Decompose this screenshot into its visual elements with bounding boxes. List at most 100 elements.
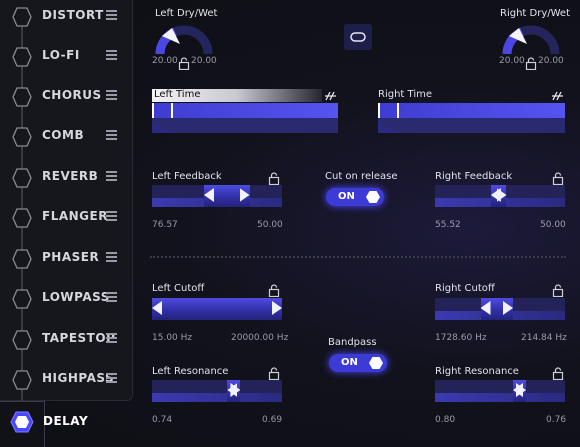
right-resonance-slider[interactable] <box>435 380 565 402</box>
sidebar-item-reverb[interactable]: REVERB <box>0 158 132 198</box>
hexagon-icon <box>12 330 32 350</box>
link-icon <box>350 32 366 42</box>
left-feedback-min: 76.57 <box>152 220 178 230</box>
bandpass-label: Bandpass <box>328 337 377 348</box>
sidebar-item-label: REVERB <box>42 169 99 183</box>
right-feedback-lock-icon[interactable] <box>552 172 564 185</box>
right-drywet-max: 20.00 <box>538 56 564 66</box>
right-drywet-knob[interactable] <box>501 22 561 56</box>
right-time-track <box>378 103 565 133</box>
left-drywet-min: 20.00 <box>152 56 178 66</box>
drag-handle-icon[interactable] <box>106 292 118 304</box>
link-channels-button[interactable] <box>344 24 372 50</box>
sidebar-item-highpass[interactable]: HIGHPASS <box>0 360 132 400</box>
cut-on-release-toggle[interactable]: ON <box>326 188 384 206</box>
drag-handle-icon[interactable] <box>106 130 118 142</box>
hexagon-icon <box>12 249 32 269</box>
right-resonance-lock-icon[interactable] <box>552 367 564 380</box>
right-feedback-label: Right Feedback <box>435 171 513 182</box>
right-resonance-label: Right Resonance <box>435 366 519 377</box>
cut-on-release-state: ON <box>338 191 355 202</box>
right-resonance-min: 0.80 <box>435 415 456 425</box>
sidebar-item-label: FLANGER <box>42 209 108 223</box>
left-feedback-lock-icon[interactable] <box>268 172 280 185</box>
sidebar-item-delay-label: DELAY <box>43 414 89 428</box>
right-cutoff-label: Right Cutoff <box>435 283 495 294</box>
left-cutoff-max: 20000.00 Hz <box>231 333 289 343</box>
sidebar-item-phaser[interactable]: PHASER <box>0 239 132 279</box>
hexagon-icon <box>12 370 32 390</box>
sidebar-item-label: PHASER <box>42 250 100 264</box>
right-cutoff-lock-icon[interactable] <box>552 284 564 297</box>
hexagon-icon <box>12 7 32 27</box>
left-resonance-lock-icon[interactable] <box>268 367 280 380</box>
toggle-knob-icon <box>366 191 380 203</box>
bandpass-toggle[interactable]: ON <box>329 354 387 372</box>
sidebar-item-label: COMB <box>42 128 85 142</box>
right-feedback-max: 50.00 <box>540 220 566 230</box>
hexagon-icon <box>12 168 32 188</box>
left-cutoff-slider[interactable] <box>152 298 282 320</box>
bandpass-state: ON <box>341 357 358 368</box>
drag-handle-icon[interactable] <box>106 211 118 223</box>
left-time-label: Left Time <box>154 89 201 100</box>
left-feedback-max: 50.00 <box>257 220 283 230</box>
sidebar-item-label: DISTORT <box>42 8 104 22</box>
left-resonance-max: 0.69 <box>262 415 283 425</box>
right-feedback-min: 55.52 <box>435 220 461 230</box>
sidebar-item-chorus[interactable]: CHORUS <box>0 77 132 117</box>
right-drywet-min: 20.00 <box>499 56 525 66</box>
drag-handle-icon[interactable] <box>106 333 118 345</box>
left-drywet-label: Left Dry/Wet <box>155 8 218 19</box>
drag-handle-icon[interactable] <box>106 252 118 264</box>
left-cutoff-lock-icon[interactable] <box>268 284 280 297</box>
effects-sidebar: DISTORT LO-FI CHORUS COMB REVERB FLANGER PHASE… <box>0 0 133 401</box>
left-resonance-label: Left Resonance <box>152 366 229 377</box>
hexagon-icon <box>12 47 32 67</box>
left-drywet-knob[interactable] <box>154 22 214 56</box>
left-resonance-slider[interactable] <box>152 380 282 402</box>
toggle-knob-icon <box>369 357 383 369</box>
right-cutoff-max: 214.84 Hz <box>521 333 567 343</box>
sidebar-item-lowpass[interactable]: LOWPASS <box>0 279 132 319</box>
delay-hex-icon <box>10 411 34 433</box>
sidebar-item-label: LO-FI <box>42 48 80 62</box>
sidebar-item-lo-fi[interactable]: LO-FI <box>0 37 132 77</box>
hexagon-icon <box>12 87 32 107</box>
left-resonance-min: 0.74 <box>152 415 173 425</box>
delay-plugin-window: DISTORT LO-FI CHORUS COMB REVERB FLANGER PHASE… <box>0 0 580 447</box>
right-drywet-lock-icon[interactable] <box>525 57 537 70</box>
sidebar-item-comb[interactable]: COMB <box>0 117 132 157</box>
left-cutoff-label: Left Cutoff <box>152 283 205 294</box>
hexagon-icon <box>12 208 32 228</box>
drag-handle-icon[interactable] <box>106 373 118 385</box>
left-drywet-lock-icon[interactable] <box>178 57 190 70</box>
right-cutoff-min: 1728.60 Hz <box>435 333 487 343</box>
drag-handle-icon[interactable] <box>106 90 118 102</box>
left-drywet-max: 20.00 <box>191 56 217 66</box>
sidebar-item-label: LOWPASS <box>42 290 110 304</box>
right-cutoff-slider[interactable] <box>435 298 565 320</box>
left-cutoff-min: 15.00 Hz <box>152 333 193 343</box>
drag-handle-icon[interactable] <box>106 171 118 183</box>
sidebar-item-tapestop[interactable]: TAPESTOP <box>0 320 132 360</box>
right-feedback-slider[interactable] <box>435 185 565 207</box>
drag-handle-icon[interactable] <box>106 50 118 62</box>
right-time-label: Right Time <box>378 89 432 100</box>
right-drywet-label: Right Dry/Wet <box>500 8 570 19</box>
left-feedback-slider[interactable] <box>152 185 282 207</box>
sidebar-item-distort[interactable]: DISTORT <box>0 0 132 37</box>
left-feedback-label: Left Feedback <box>152 171 222 182</box>
drag-handle-icon[interactable] <box>106 10 118 22</box>
sidebar-item-delay[interactable] <box>0 401 45 447</box>
sidebar-item-label: CHORUS <box>42 88 102 102</box>
sidebar-item-flanger[interactable]: FLANGER <box>0 198 132 238</box>
left-time-slider[interactable]: Left Time <box>152 89 338 133</box>
right-resonance-max: 0.76 <box>546 415 567 425</box>
section-divider <box>150 256 566 258</box>
hexagon-icon <box>12 289 32 309</box>
sidebar-item-label: HIGHPASS <box>42 371 115 385</box>
right-time-slider[interactable]: Right Time <box>378 89 565 133</box>
left-time-sync-icon[interactable] <box>325 90 337 102</box>
right-time-sync-icon[interactable] <box>552 90 564 102</box>
